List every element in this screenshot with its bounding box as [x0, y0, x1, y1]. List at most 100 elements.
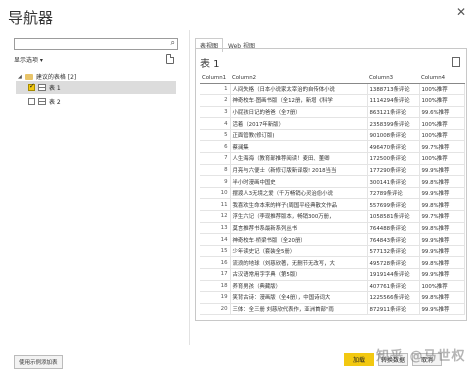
table-cell: 1 [200, 83, 231, 96]
table-row: 13 莫言推荐书系最新系列丛书 764488条评论 99.8%推荐 [200, 222, 465, 235]
table-cell: 99.9%推荐 [419, 303, 465, 316]
table-cell: 3 [200, 106, 231, 119]
table-cell: 901008条评论 [367, 129, 420, 142]
table-cell: 1058581条评论 [367, 210, 420, 223]
refresh-icon[interactable] [166, 54, 174, 64]
table-row: 6 蔡澜集 496470条评论 99.7%推荐 [200, 140, 465, 154]
table-cell: 浮生六记（李现推荐版本，畅销300万册， [230, 210, 368, 223]
pane-divider[interactable] [189, 30, 190, 345]
table-cell: 172500条评论 [367, 152, 420, 165]
table-row: 3 小屁孩日记的爸爸（全7册） 863121条评论 99.6%推荐 [200, 106, 465, 119]
table-cell: 1919144条评论 [367, 268, 420, 281]
table-row: 8 月亮与六便士（新修订版新译版! 2018当当 177290条评论 99.9%推荐 [200, 164, 465, 177]
table-cell: 17 [200, 268, 231, 281]
table-row: 7 人生海海（教育部推荐阅读！麦田、董卿 172500条评论 100%推荐 [200, 152, 465, 165]
table-row: 10 摆渡人3无境之爱（千万畅销心灵治愈小说 72789条评论 99.9%推荐 [200, 187, 465, 200]
table-cell: 99.8%推荐 [419, 256, 465, 269]
table-cell: 月亮与六便士（新修订版新译版! 2018当当 [230, 164, 368, 177]
window-title: 导航器 [8, 9, 54, 27]
collapse-caret-icon[interactable]: ◢ [18, 74, 22, 80]
table-row: 4 活着（2017年新版） 2358399条评论 100%推荐 [200, 117, 465, 130]
table-cell: 9 [200, 175, 231, 188]
table-row: 17 古汉语常用字字典（第5版） 1919144条评论 99.9%推荐 [200, 268, 465, 281]
table-cell: 407761条评论 [367, 280, 420, 293]
watermark: 知乎 @马世权 [376, 349, 466, 364]
table-cell: 2 [200, 94, 231, 107]
table-cell: 19 [200, 291, 231, 304]
table-cell: 495728条评论 [367, 256, 420, 269]
table-cell: 100%推荐 [419, 152, 465, 165]
table-cell: 99.9%推荐 [419, 164, 465, 177]
table-row: 19 笑背古诗：漫画版（全4册），中国诗词大 1225566条评论 99.8%推荐 [200, 291, 465, 304]
table-cell: 养育男孩（典藏版） [230, 280, 368, 293]
search-icon[interactable]: ⌕ [171, 38, 175, 48]
table-cell: 496470条评论 [367, 140, 420, 154]
table-cell: 16 [200, 256, 231, 269]
table2-checkbox[interactable] [28, 98, 35, 105]
load-button[interactable]: 加载 [344, 353, 374, 366]
table-cell: 100%推荐 [419, 280, 465, 293]
table-cell: 764488条评论 [367, 222, 420, 235]
table-cell: 99.7%推荐 [419, 210, 465, 223]
table-icon [38, 84, 46, 91]
table-row: 2 神奇校车·图画书版（全12册，新增《科学 1114294条评论 100%推荐 [200, 94, 465, 107]
tree-item-table2[interactable]: 表 2 [16, 95, 176, 108]
table-cell: 177290条评论 [367, 164, 420, 177]
preview-table: Column1 Column2 Column3 Column4 1 人间失格（日本… [200, 73, 465, 316]
table-cell: 10 [200, 187, 231, 200]
table1-checkbox[interactable] [28, 82, 35, 91]
table-cell: 863121条评论 [367, 106, 420, 119]
table-cell: 764843条评论 [367, 233, 420, 246]
table-cell: 人生海海（教育部推荐阅读！麦田、董卿 [230, 152, 368, 165]
table-cell: 100%推荐 [419, 129, 465, 142]
table-cell: 7 [200, 152, 231, 165]
table-row: 11 我喜欢生命本来的样子(周国平经典散文作品 557699条评论 99.8%推荐 [200, 198, 465, 212]
table-cell: 神奇校车·图画书版（全12册，新增《科学 [230, 94, 368, 107]
column-header: Column4 [419, 73, 464, 84]
table-cell: 99.8%推荐 [419, 175, 465, 188]
table-cell: 99.9%推荐 [419, 268, 465, 281]
table-cell: 12 [200, 210, 231, 223]
table-cell: 577132条评论 [367, 245, 420, 258]
table-cell: 古汉语常用字字典（第5版） [230, 268, 368, 281]
table-cell: 少年读史记（套装全5册） [230, 245, 368, 258]
table-cell: 半小时漫画中国史 [230, 175, 368, 188]
column-header: Column1 [200, 73, 230, 84]
table-cell: 300141条评论 [367, 175, 420, 188]
table-cell: 99.9%推荐 [419, 233, 465, 246]
close-icon[interactable]: ✕ [456, 5, 466, 19]
table-cell: 1388713条评论 [367, 83, 420, 96]
export-icon[interactable] [452, 57, 460, 67]
table-cell: 99.9%推荐 [419, 187, 465, 200]
table-cell: 1114294条评论 [367, 94, 420, 107]
table-cell: 活着（2017年新版） [230, 117, 368, 130]
display-options-dropdown[interactable]: 显示选项 ▾ [14, 55, 43, 64]
table-row: 18 养育男孩（典藏版） 407761条评论 100%推荐 [200, 280, 465, 293]
column-header: Column2 [230, 73, 367, 84]
table-cell: 流浪的地球（刘慈欣著，无删节无改写，大 [230, 256, 368, 269]
table-cell: 99.9%推荐 [419, 245, 465, 258]
table-row: 9 半小时漫画中国史 300141条评论 99.8%推荐 [200, 175, 465, 188]
add-table-using-examples-button[interactable]: 使用示例添加表 [14, 355, 63, 369]
table-cell: 8 [200, 164, 231, 177]
table-cell: 小屁孩日记的爸爸（全7册） [230, 106, 368, 119]
table-cell: 99.8%推荐 [419, 291, 465, 304]
table-cell: 18 [200, 280, 231, 293]
table-cell: 人间失格（日本小说家太宰治的自传体小说 [230, 83, 368, 96]
table-cell: 15 [200, 245, 231, 258]
table-row: 1 人间失格（日本小说家太宰治的自传体小说 1388713条评论 100%推荐 [200, 83, 465, 96]
table-row: 14 神奇校车·桥梁书版（全20册） 764843条评论 99.9%推荐 [200, 233, 465, 246]
preview-pane: 表 1 Column1 Column2 Column3 Column4 1 人间失… [195, 48, 467, 321]
search-input[interactable]: ⌕ [14, 38, 178, 50]
table-icon [38, 98, 46, 105]
tree-item-table1[interactable]: 表 1 [16, 81, 176, 94]
folder-label: 建议的表格 [2] [35, 74, 77, 81]
table-cell: 1225566条评论 [367, 291, 420, 304]
table-cell: 11 [200, 198, 231, 212]
table-cell: 笑背古诗：漫画版（全4册），中国诗词大 [230, 291, 368, 304]
table-cell: 三体：全三册 刘慈欣代表作，亚洲首部"雨 [230, 303, 368, 316]
tree-folder-suggested[interactable]: ◢ 建议的表格 [2] [18, 72, 76, 81]
table-cell: 99.8%推荐 [419, 198, 465, 212]
table-cell: 4 [200, 117, 231, 130]
table-cell: 14 [200, 233, 231, 246]
